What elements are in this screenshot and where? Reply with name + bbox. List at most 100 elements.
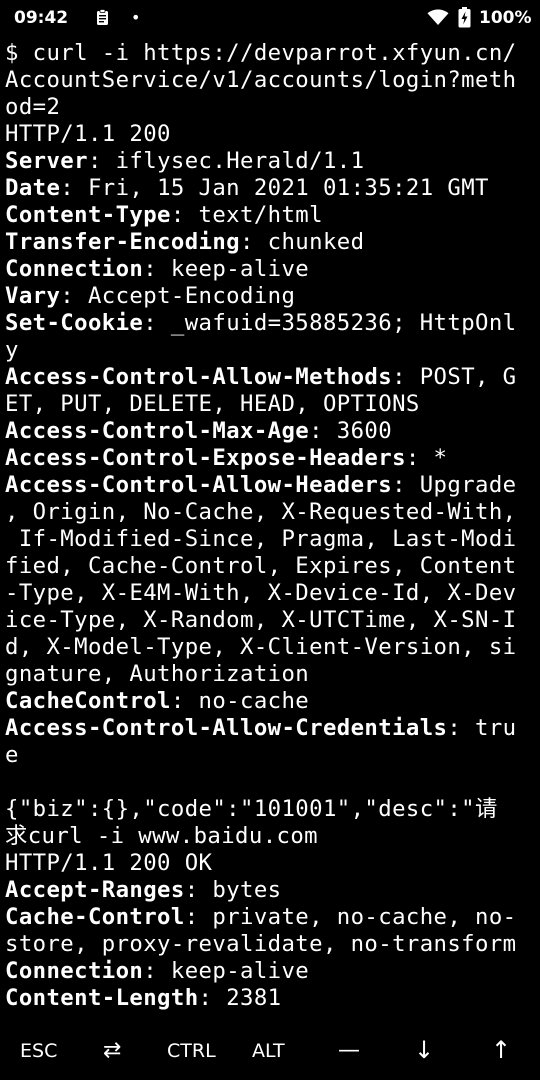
terminal-line: HTTP/1.1 200 OK	[5, 850, 535, 877]
terminal-line: Connection: keep-alive	[5, 958, 535, 985]
terminal-text: : Accept-Encoding	[60, 283, 296, 309]
terminal-text: e	[5, 742, 19, 768]
terminal-line: Cache-Control: private, no-cache, no-	[5, 904, 535, 931]
terminal-line: Access-Control-Max-Age: 3600	[5, 418, 535, 445]
arrow-down-icon[interactable]: ↓	[414, 1036, 434, 1064]
terminal-text: fied, Cache-Control, Expires, Content	[5, 553, 517, 579]
terminal-line: Connection: keep-alive	[5, 256, 535, 283]
terminal-text: : keep-alive	[143, 256, 310, 282]
terminal-line: Transfer-Encoding: chunked	[5, 229, 535, 256]
terminal-text: : no-cache	[170, 688, 310, 714]
terminal-text: , Origin, No-Cache, X-Requested-With,	[5, 499, 517, 525]
terminal-text: AccountService/v1/accounts/login?meth	[5, 67, 517, 93]
terminal-text: HTTP/1.1 200	[5, 121, 171, 147]
terminal-text: y	[5, 337, 19, 363]
terminal-line: Access-Control-Allow-Headers: Upgrade	[5, 472, 535, 499]
terminal-text: od=2	[5, 94, 61, 120]
terminal-text: : *	[405, 445, 448, 471]
header-name: Content-Type	[5, 202, 171, 228]
terminal-text: ET, PUT, DELETE, HEAD, OPTIONS	[5, 391, 420, 417]
terminal-line: 求curl -i www.baidu.com	[5, 823, 535, 850]
clipboard-icon	[96, 9, 109, 31]
terminal-line: Set-Cookie: _wafuid=35885236; HttpOnl	[5, 310, 535, 337]
terminal-line: Accept-Ranges: bytes	[5, 877, 535, 904]
terminal-line: y	[5, 337, 535, 364]
terminal-line: , Origin, No-Cache, X-Requested-With,	[5, 499, 535, 526]
header-name: Vary	[5, 283, 61, 309]
terminal-text: $ curl -i https://devparrot.xfyun.cn/	[5, 40, 517, 66]
terminal-line: Vary: Accept-Encoding	[5, 283, 535, 310]
terminal-text: : 2381	[198, 985, 282, 1011]
terminal-line: fied, Cache-Control, Expires, Content	[5, 553, 535, 580]
terminal-text: : Upgrade	[392, 472, 517, 498]
terminal-text: : iflysec.Herald/1.1	[87, 148, 365, 174]
header-name: Accept-Ranges	[5, 877, 185, 903]
terminal-line: ET, PUT, DELETE, HEAD, OPTIONS	[5, 391, 535, 418]
terminal-text: : Fri, 15 Jan 2021 01:35:21 GMT	[60, 175, 489, 201]
header-name: Cache-Control	[5, 904, 185, 930]
terminal-line: CacheControl: no-cache	[5, 688, 535, 715]
terminal-text: d, X-Model-Type, X-Client-Version, si	[5, 634, 517, 660]
esc-key[interactable]: ESC	[20, 1040, 57, 1062]
terminal-output[interactable]: $ curl -i https://devparrot.xfyun.cn/Acc…	[5, 40, 535, 1020]
header-name: Transfer-Encoding	[5, 229, 241, 255]
notification-dot: •	[131, 8, 141, 27]
header-name: Access-Control-Allow-Credentials	[5, 715, 448, 741]
terminal-text: : tru	[447, 715, 517, 741]
terminal-line: store, proxy-revalidate, no-transform	[5, 931, 535, 958]
terminal-text: ice-Type, X-Random, X-UTCTime, X-SN-I	[5, 607, 517, 633]
terminal-line: gnature, Authorization	[5, 661, 535, 688]
terminal-line: {"biz":{},"code":"101001","desc":"请	[5, 796, 535, 823]
wifi-icon	[427, 9, 449, 31]
terminal-text: : chunked	[240, 229, 365, 255]
terminal-line: Date: Fri, 15 Jan 2021 01:35:21 GMT	[5, 175, 535, 202]
terminal-text: gnature, Authorization	[5, 661, 310, 687]
terminal-line: e	[5, 742, 535, 769]
terminal-text: : keep-alive	[143, 958, 310, 984]
terminal-line: ice-Type, X-Random, X-UTCTime, X-SN-I	[5, 607, 535, 634]
terminal-text: : bytes	[184, 877, 282, 903]
terminal-line: If-Modified-Since, Pragma, Last-Modi	[5, 526, 535, 553]
terminal-text: If-Modified-Since, Pragma, Last-Modi	[5, 526, 517, 552]
terminal-text: store, proxy-revalidate, no-transform	[5, 931, 517, 957]
terminal-line: HTTP/1.1 200	[5, 121, 535, 148]
status-time: 09:42	[14, 8, 69, 28]
terminal-text: : POST, G	[392, 364, 517, 390]
terminal-text: HTTP/1.1 200 OK	[5, 850, 213, 876]
header-name: CacheControl	[5, 688, 171, 714]
terminal-text: : text/html	[170, 202, 323, 228]
header-name: Content-Length	[5, 985, 199, 1011]
header-name: Access-Control-Allow-Headers	[5, 472, 393, 498]
header-name: Access-Control-Allow-Methods	[5, 364, 393, 390]
terminal-line: Server: iflysec.Herald/1.1	[5, 148, 535, 175]
terminal-line: AccountService/v1/accounts/login?meth	[5, 67, 535, 94]
header-name: Set-Cookie	[5, 310, 144, 336]
terminal-line: Content-Length: 2381	[5, 985, 535, 1012]
battery-charging-icon	[458, 7, 471, 33]
terminal-text: : 3600	[309, 418, 393, 444]
header-name: Connection	[5, 256, 144, 282]
status-bar: 09:42 • 100%	[0, 0, 540, 36]
terminal-text: {"biz":{},"code":"101001","desc":"请	[5, 796, 498, 822]
battery-percent: 100%	[479, 8, 532, 28]
arrow-up-icon[interactable]: ↑	[491, 1036, 511, 1064]
ctrl-key[interactable]: CTRL	[167, 1040, 216, 1062]
terminal-line: Access-Control-Allow-Methods: POST, G	[5, 364, 535, 391]
terminal-line: -Type, X-E4M-With, X-Device-Id, X-Dev	[5, 580, 535, 607]
terminal-text: 求curl -i www.baidu.com	[5, 823, 318, 849]
header-name: Server	[5, 148, 88, 174]
header-name: Access-Control-Max-Age	[5, 418, 310, 444]
dash-key[interactable]: —	[338, 1038, 360, 1063]
terminal-text: : _wafuid=35885236; HttpOnl	[143, 310, 517, 336]
alt-key[interactable]: ALT	[252, 1040, 285, 1062]
terminal-line: od=2	[5, 94, 535, 121]
terminal-line: d, X-Model-Type, X-Client-Version, si	[5, 634, 535, 661]
header-name: Connection	[5, 958, 144, 984]
tab-key-icon[interactable]: ⇄	[103, 1038, 121, 1063]
terminal-text: -Type, X-E4M-With, X-Device-Id, X-Dev	[5, 580, 517, 606]
extra-keys-bar: ESC ⇄ CTRL ALT — ↓ ↑	[0, 1026, 540, 1080]
header-name: Date	[5, 175, 61, 201]
terminal-line: Content-Type: text/html	[5, 202, 535, 229]
terminal-line: Access-Control-Allow-Credentials: tru	[5, 715, 535, 742]
